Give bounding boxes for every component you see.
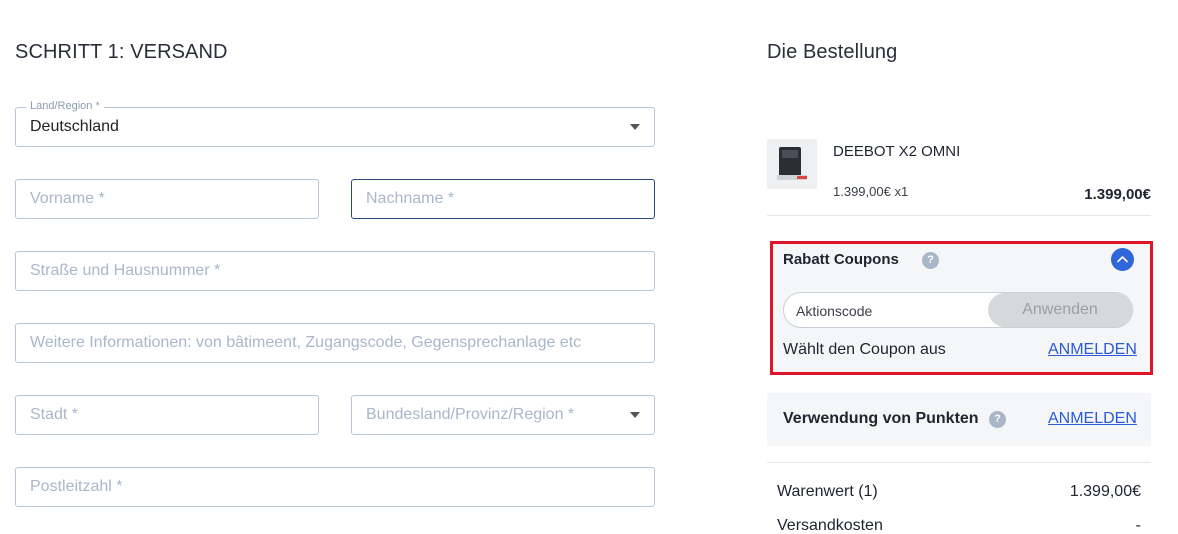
collapse-toggle-button[interactable]	[1111, 248, 1134, 271]
country-label: Land/Region *	[26, 100, 104, 112]
zip-input[interactable]: Postleitzahl *	[15, 467, 655, 507]
points-title: Verwendung von Punkten	[783, 410, 979, 427]
chevron-up-icon	[1117, 256, 1128, 263]
first-name-placeholder: Vorname *	[30, 190, 105, 207]
chevron-down-icon	[630, 124, 640, 130]
street-input[interactable]: Straße und Hausnummer *	[15, 251, 655, 291]
coupon-code-input[interactable]: Aktionscode Anwenden	[783, 292, 1133, 328]
coupon-login-link[interactable]: ANMELDEN	[1048, 341, 1137, 359]
coupon-select-text: Wählt den Coupon aus	[783, 341, 946, 358]
chevron-down-icon	[630, 412, 640, 418]
state-placeholder: Bundesland/Provinz/Region *	[366, 406, 575, 423]
product-image	[767, 139, 817, 189]
points-panel: Verwendung von Punkten ? ANMELDEN	[767, 393, 1151, 446]
city-placeholder: Stadt *	[30, 406, 79, 423]
coupon-code-placeholder: Aktionscode	[796, 303, 873, 319]
product-name[interactable]: DEEBOT X2 OMNI	[833, 143, 960, 160]
last-name-placeholder: Nachname *	[366, 190, 455, 207]
shipping-cost-value: -	[1135, 517, 1141, 534]
additional-info-input[interactable]: Weitere Informationen: von bâtimeent, Zu…	[15, 323, 655, 363]
subtotal-label: Warenwert (1)	[777, 483, 878, 500]
street-placeholder: Straße und Hausnummer *	[30, 262, 221, 279]
last-name-input[interactable]: Nachname *	[351, 179, 655, 219]
divider	[767, 462, 1151, 463]
first-name-input[interactable]: Vorname *	[15, 179, 319, 219]
country-select[interactable]: Land/Region * Deutschland	[15, 100, 655, 147]
apply-coupon-button[interactable]: Anwenden	[988, 293, 1132, 327]
coupon-title: Rabatt Coupons	[783, 251, 899, 268]
help-icon[interactable]: ?	[989, 411, 1006, 428]
divider	[767, 215, 1151, 216]
help-icon[interactable]: ?	[922, 252, 939, 269]
zip-placeholder: Postleitzahl *	[30, 478, 123, 495]
product-unit-qty: 1.399,00€ x1	[833, 184, 909, 199]
city-input[interactable]: Stadt *	[15, 395, 319, 435]
points-login-link[interactable]: ANMELDEN	[1048, 410, 1137, 428]
product-total: 1.399,00€	[1084, 186, 1151, 203]
shipping-cost-label: Versandkosten	[777, 517, 883, 534]
additional-info-placeholder: Weitere Informationen: von bâtimeent, Zu…	[30, 334, 582, 351]
country-value: Deutschland	[30, 118, 119, 135]
coupon-panel: Rabatt Coupons ? Aktionscode Anwenden Wä…	[770, 241, 1153, 375]
order-heading: Die Bestellung	[767, 41, 898, 63]
state-select[interactable]: Bundesland/Provinz/Region *	[351, 395, 655, 435]
subtotal-value: 1.399,00€	[1069, 483, 1141, 500]
shipping-heading: SCHRITT 1: VERSAND	[15, 41, 228, 63]
